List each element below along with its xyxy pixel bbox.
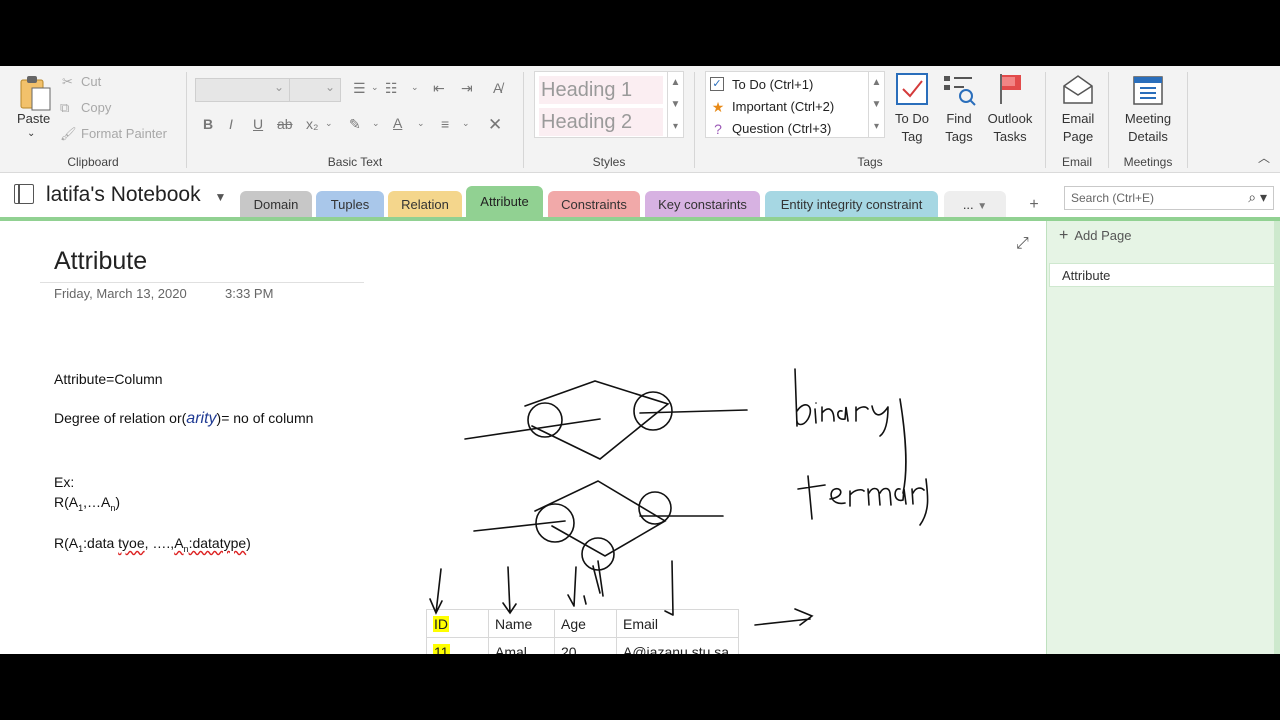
meetings-group: Meetings	[1109, 66, 1187, 173]
paste-button[interactable]: Paste	[17, 111, 50, 126]
page-list-item[interactable]: Attribute	[1049, 263, 1275, 287]
tab-constraints[interactable]: Constraints	[548, 191, 640, 218]
chevron-down-icon[interactable]: ⌄	[371, 82, 379, 93]
clipboard-group: Paste ⌄ ✂ Cut ⧉ Copy 🖌 Format Painter Cl…	[0, 66, 186, 173]
cut-icon[interactable]: ✂	[62, 74, 73, 90]
ink-ternary-stem	[592, 560, 604, 597]
chevron-down-icon[interactable]: ▼	[214, 190, 226, 204]
paste-icon[interactable]	[18, 74, 52, 112]
meetings-group-label: Meetings	[1123, 155, 1173, 169]
delete-icon[interactable]: ✕	[488, 115, 502, 135]
cut-button[interactable]: Cut	[81, 74, 101, 89]
email-group-label: Email	[1061, 155, 1092, 169]
tab-label: Attribute	[480, 194, 529, 209]
tab-label: ...	[962, 197, 974, 212]
tags-group: Tags	[695, 66, 1045, 173]
add-page-button[interactable]: + Add Page	[1059, 227, 1131, 245]
notebook-name: latifa's Notebook	[46, 183, 201, 206]
chevron-down-icon[interactable]: ⌄	[372, 118, 380, 129]
tab-label: Key constarints	[658, 197, 747, 212]
notebook-selector[interactable]: latifa's Notebook ▼	[14, 183, 226, 207]
tab-relation[interactable]: Relation	[388, 191, 462, 218]
onenote-window: Paste ⌄ ✂ Cut ⧉ Copy 🖌 Format Painter Cl…	[0, 66, 1280, 654]
ink-arrow-email	[664, 560, 674, 616]
increase-indent-icon[interactable]: ⇥	[461, 80, 473, 97]
italic-button[interactable]: I	[229, 116, 233, 132]
ribbon: Paste ⌄ ✂ Cut ⧉ Copy 🖌 Format Painter Cl…	[0, 66, 1280, 173]
clipboard-group-label: Clipboard	[67, 155, 119, 169]
notebook-icon	[14, 184, 34, 204]
tab-label: Tuples	[330, 197, 370, 212]
highlight-icon[interactable]: ✎	[349, 116, 361, 133]
chevron-down-icon[interactable]: ⌄	[411, 82, 419, 93]
chevron-down-icon[interactable]: ⌄	[325, 118, 333, 129]
ink-binary-circle-right	[633, 391, 673, 431]
ink-arrow-age	[567, 566, 587, 607]
page-canvas[interactable]: ⤢ Attribute Friday, March 13, 2020 3:33 …	[0, 221, 1046, 654]
copy-icon[interactable]: ⧉	[60, 100, 69, 116]
tab-entity-integrity-constraint[interactable]: Entity integrity constraint	[765, 191, 938, 218]
ink-ternary-diamond	[534, 480, 667, 557]
pages-pane: + Add Page Attribute	[1046, 221, 1280, 654]
tab-key-constraints[interactable]: Key constarints	[645, 191, 760, 218]
tab-label: Domain	[253, 197, 299, 212]
align-icon[interactable]: ≡	[441, 116, 449, 132]
ink-arrow-right	[754, 608, 814, 626]
search-placeholder: Search (Ctrl+E)	[1071, 191, 1155, 205]
tab-attribute[interactable]: Attribute	[466, 186, 543, 218]
strikethrough-button[interactable]: ab	[277, 116, 293, 132]
search-input[interactable]: Search (Ctrl+E) ⌕ ▾	[1064, 186, 1274, 210]
styles-group: Styles	[524, 66, 694, 173]
tags-group-label: Tags	[857, 155, 883, 169]
decrease-indent-icon[interactable]: ⇤	[433, 80, 445, 97]
underline-button[interactable]: U	[253, 116, 263, 132]
tab-label: Relation	[401, 197, 449, 212]
chevron-down-icon[interactable]: ⌄	[462, 118, 470, 129]
ink-binary-line-right	[639, 409, 748, 414]
ink-arrow-name	[502, 566, 517, 615]
add-section-button[interactable]: +	[1014, 191, 1054, 218]
clear-formatting-icon[interactable]: A̸	[493, 80, 502, 96]
copy-button[interactable]: Copy	[81, 100, 111, 115]
numbering-icon[interactable]: ☷	[385, 80, 398, 97]
basic-text-group: ☰ ⌄ ☷ ⌄ ⇤ ⇥ A̸ B I U ab x₂ ⌄ ✎ ⌄ A ⌄ ≡ ⌄…	[187, 66, 523, 173]
font-size-dropdown[interactable]	[289, 78, 341, 102]
search-icon[interactable]: ⌕ ▾	[1248, 189, 1267, 206]
pages-scrollbar[interactable]	[1274, 221, 1280, 654]
bold-button[interactable]: B	[203, 116, 213, 132]
plus-icon: +	[1059, 227, 1069, 244]
tab-more[interactable]: ... ▼	[944, 191, 1006, 218]
email-group: Email	[1046, 66, 1108, 173]
tab-label: Entity integrity constraint	[780, 197, 923, 212]
format-painter-icon[interactable]: 🖌	[60, 126, 77, 142]
basic-text-group-label: Basic Text	[327, 155, 383, 169]
bullets-icon[interactable]: ☰	[353, 80, 366, 97]
chevron-down-icon[interactable]: ⌄	[27, 128, 35, 139]
chevron-down-icon[interactable]: ▼	[977, 201, 987, 212]
add-page-label: Add Page	[1074, 228, 1132, 243]
font-color-icon[interactable]: A	[393, 115, 402, 131]
ink-arrow-id	[429, 568, 443, 615]
ink-binary-line-left	[464, 418, 601, 440]
subscript-button[interactable]: x₂	[306, 116, 318, 132]
styles-group-label: Styles	[592, 155, 626, 169]
ink-word-binary	[794, 368, 907, 494]
ink-drawing	[429, 368, 929, 626]
group-divider	[1187, 72, 1188, 168]
format-painter-button[interactable]: Format Painter	[81, 126, 167, 141]
ink-word-ternary	[797, 475, 929, 526]
tab-tuples[interactable]: Tuples	[316, 191, 384, 218]
font-family-dropdown[interactable]	[195, 78, 290, 102]
tab-domain[interactable]: Domain	[240, 191, 312, 218]
chevron-down-icon[interactable]: ⌄	[417, 118, 425, 129]
tab-label: Constraints	[561, 197, 627, 212]
collapse-ribbon-icon[interactable]: ︿	[1258, 149, 1270, 166]
notebook-bar: latifa's Notebook ▼ Domain Tuples Relati…	[0, 173, 1280, 219]
